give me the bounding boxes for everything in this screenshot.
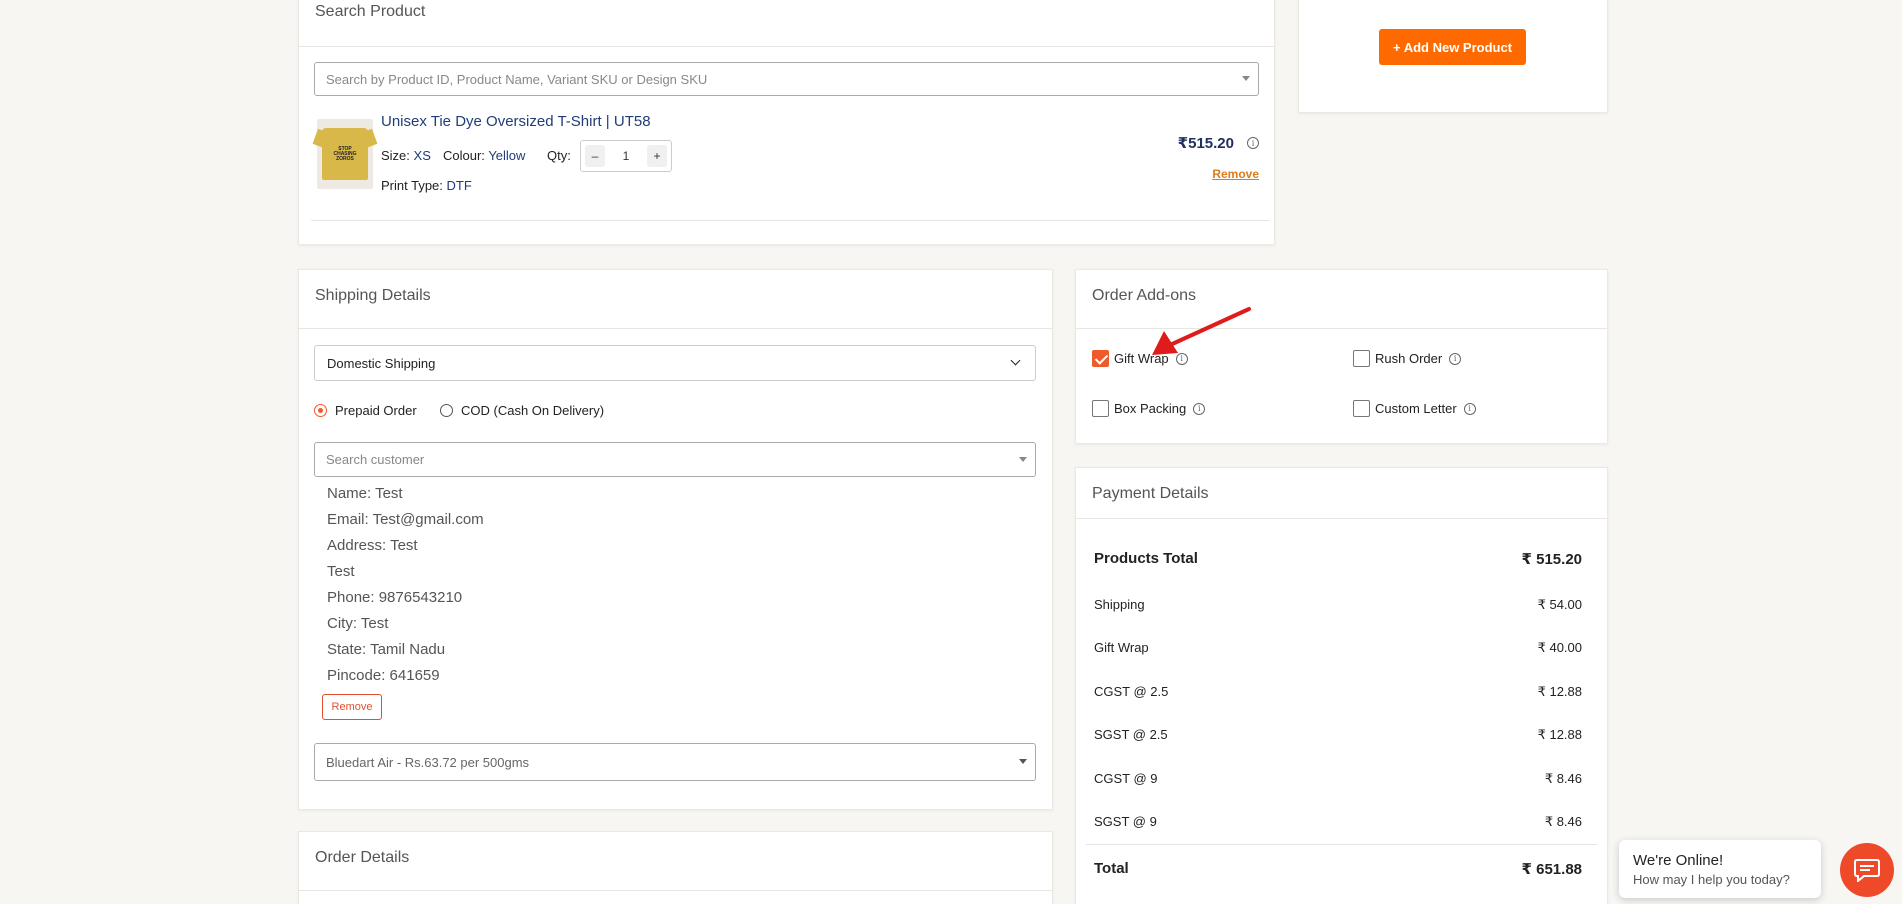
cod-radio[interactable]: COD (Cash On Delivery) [440,403,604,418]
info-icon[interactable]: i [1449,352,1462,365]
payment-row: SGST @ 9 ₹ 8.46 [1094,814,1582,829]
payment-row: CGST @ 9 ₹ 8.46 [1094,771,1582,786]
checkbox-icon[interactable] [1353,350,1370,367]
radio-unselected-icon[interactable] [440,404,453,417]
chat-button[interactable] [1840,843,1894,897]
info-icon[interactable]: i [1193,402,1206,415]
product-thumbnail: STOP CHASING ZOROS [317,119,373,189]
product-price: ₹515.20 [1177,135,1234,152]
rush-order-label: Rush Order [1375,351,1443,366]
product-search-select[interactable]: Search by Product ID, Product Name, Vari… [314,62,1259,96]
customer-city: City: Test [327,615,389,632]
divider [1086,844,1597,845]
qty-plus-button[interactable]: + [647,145,667,167]
remove-product-link[interactable]: Remove [1212,167,1259,181]
shipping-title: Shipping Details [315,287,431,304]
red-arrow-annotation [1152,307,1251,355]
remove-customer-button[interactable]: Remove [322,694,382,720]
customer-pincode: Pincode: 641659 [327,667,440,684]
customer-state: State: Tamil Nadu [327,641,446,658]
shipping-type-select[interactable]: Domestic Shipping [314,345,1036,381]
customer-search-select[interactable]: Search customer [314,442,1036,477]
box-packing-checkbox[interactable]: Box Packing i [1092,400,1206,417]
caret-down-icon[interactable] [1019,759,1027,764]
divider [311,220,1270,221]
quantity-stepper[interactable]: – 1 + [580,140,672,172]
customer-address: Address: Test [327,537,418,554]
chat-title: We're Online! [1633,852,1724,869]
product-colour: Colour: Yellow [443,148,526,163]
box-packing-label: Box Packing [1114,401,1187,416]
addons-title: Order Add-ons [1092,287,1197,304]
payment-row: Products Total ₹ 515.20 [1094,550,1582,568]
divider [299,890,1052,891]
product-search-placeholder: Search by Product ID, Product Name, Vari… [326,71,708,87]
prepaid-label: Prepaid Order [335,403,417,418]
add-product-card: + Add New Product [1298,0,1608,113]
qty-minus-button[interactable]: – [585,145,605,167]
payment-row: Shipping ₹ 54.00 [1094,597,1582,612]
prepaid-radio[interactable]: Prepaid Order [314,403,417,418]
chevron-down-icon [1010,355,1021,366]
info-icon[interactable]: i [1463,402,1476,415]
search-product-title: Search Product [315,3,426,20]
shipping-details-card: Shipping Details Domestic Shipping Prepa… [298,269,1053,810]
qty-label: Qty: [547,148,571,163]
courier-value: Bluedart Air - Rs.63.72 per 500gms [326,754,530,770]
checkbox-icon[interactable] [1092,400,1109,417]
chat-subtitle: How may I help you today? [1633,872,1790,887]
product-name-link[interactable]: Unisex Tie Dye Oversized T-Shirt | UT58 [381,113,651,130]
caret-down-icon[interactable] [1019,456,1027,462]
radio-selected-icon[interactable] [314,404,327,417]
custom-letter-label: Custom Letter [1375,401,1457,416]
payment-row: Gift Wrap ₹ 40.00 [1094,640,1582,655]
checkbox-icon[interactable] [1353,400,1370,417]
payment-title: Payment Details [1092,485,1209,502]
order-details-title: Order Details [315,849,410,866]
checkbox-checked-icon[interactable] [1092,350,1109,367]
customer-search-placeholder: Search customer [326,452,425,467]
customer-name: Name: Test [327,485,403,502]
payment-details-card: Payment Details Products Total ₹ 515.20 S… [1075,467,1608,904]
payment-row: SGST @ 2.5 ₹ 12.88 [1094,727,1582,742]
search-product-card: Search Product Search by Product ID, Pro… [298,0,1275,245]
shipping-type-value: Domestic Shipping [327,355,436,371]
cod-label: COD (Cash On Delivery) [461,403,605,418]
chat-icon [1854,859,1880,882]
customer-email: Email: Test@gmail.com [327,511,484,528]
caret-down-icon[interactable] [1242,76,1250,81]
info-icon[interactable]: i [1247,137,1259,149]
divider [1076,518,1607,519]
tshirt-image: STOP CHASING ZOROS [322,128,368,180]
product-size: Size: XS [381,148,431,163]
qty-value[interactable]: 1 [623,149,630,163]
divider [299,328,1052,329]
customer-phone: Phone: 9876543210 [327,589,463,606]
chat-bubble[interactable]: We're Online! How may I help you today? [1619,840,1821,898]
rush-order-checkbox[interactable]: Rush Order i [1353,350,1462,367]
payment-total-row: Total ₹ 651.88 [1094,860,1582,878]
customer-address-line2: Test [327,563,355,580]
order-details-card: Order Details [298,831,1053,904]
add-new-product-button[interactable]: + Add New Product [1379,29,1526,65]
custom-letter-checkbox[interactable]: Custom Letter i [1353,400,1476,417]
courier-select[interactable]: Bluedart Air - Rs.63.72 per 500gms [314,743,1036,781]
payment-row: CGST @ 2.5 ₹ 12.88 [1094,684,1582,699]
product-print-type: Print Type: DTF [381,178,472,193]
divider [299,46,1274,47]
